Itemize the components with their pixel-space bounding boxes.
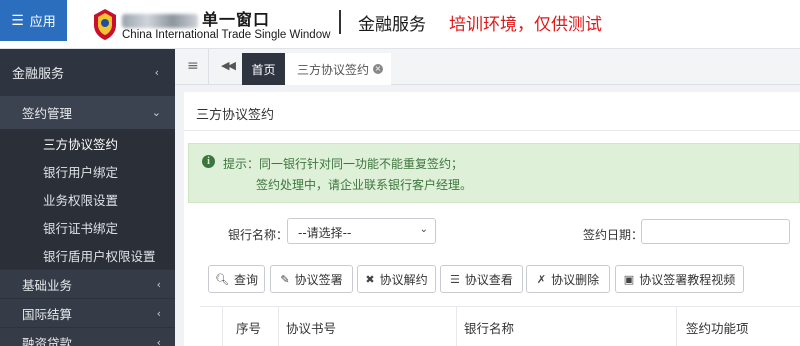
alert-line-1: 提示：同一银行针对同一功能不能重复签约； [223, 157, 464, 171]
tutorial-video-button[interactable]: ▣ 协议签署教程视频 [615, 265, 744, 293]
single-window-logo [94, 9, 116, 40]
table-column-divider [222, 307, 223, 346]
bank-name-label: 银行名称： [228, 228, 289, 242]
close-tab-icon[interactable]: × [373, 64, 384, 74]
table-header-cell: 签约功能项 [686, 321, 749, 336]
app-menu-button[interactable]: ☰ 应用 [0, 0, 67, 41]
brand-title-en: China International Trade Single Window [122, 29, 331, 41]
view-agreement-button[interactable]: ☰ 协议查看 [440, 265, 523, 293]
list-icon: ☰ [450, 272, 460, 286]
hamburger-icon: ☰ [11, 12, 24, 29]
table-column-divider [456, 307, 457, 346]
chevron-down-icon: ⌄ [419, 224, 428, 235]
terminate-agreement-button[interactable]: ✖ 协议解约 [357, 265, 436, 293]
sidebar-subitem[interactable]: 银行用户绑定 [0, 157, 175, 185]
sidebar: 金融服务 ‹ 签约管理 ⌄ 三方协议签约 银行用户绑定 业务权限设置 银行证书绑… [0, 49, 175, 346]
chevron-down-icon: ⌄ [151, 106, 161, 119]
sidebar-subitem[interactable]: 业务权限设置 [0, 185, 175, 213]
chevron-left-icon: ‹ [156, 306, 161, 320]
query-button[interactable]: 🔍︎ 查询 [208, 265, 265, 293]
table-column-divider [676, 307, 677, 346]
sidebar-subitem[interactable]: 银行盾用户权限设置 [0, 241, 175, 269]
sidebar-item[interactable]: 融资贷款 ‹ [0, 327, 175, 346]
scroll-tabs-left-icon[interactable]: ◀◀ [221, 59, 236, 72]
delete-agreement-button[interactable]: ✗ 协议删除 [526, 265, 610, 293]
chevron-left-icon: ‹ [156, 277, 161, 291]
search-icon: 🔍︎ [215, 272, 229, 286]
app-menu-label: 应用 [29, 15, 56, 30]
table-header-cell: 协议书号 [286, 321, 337, 336]
table-column-divider [278, 307, 279, 346]
title-divider [184, 130, 800, 131]
sign-date-input[interactable] [641, 219, 790, 244]
tab-current[interactable]: 三方协议签约 × [285, 53, 392, 85]
toggle-sidebar-icon[interactable]: ≡ [187, 58, 199, 74]
table-header-row: 序号 协议书号 银行名称 签约功能项 [200, 306, 800, 346]
table-header-cell: 银行名称 [464, 321, 515, 336]
notice-alert: i 提示：同一银行针对同一功能不能重复签约； 签约处理中，请企业联系银行客户经理… [188, 143, 800, 203]
sidebar-item-financial-services[interactable]: 金融服务 ‹ [0, 49, 175, 96]
sidebar-subitem[interactable]: 三方协议签约 [0, 129, 175, 157]
environment-notice: 培训环境，仅供测试 [449, 15, 602, 35]
tab-bar: ≡ ◀◀ 首页 三方协议签约 × [175, 49, 800, 85]
bank-name-select[interactable]: --请选择-- ⌄ [287, 218, 436, 244]
sign-agreement-button[interactable]: ✎ 协议签署 [270, 265, 353, 293]
sidebar-subitem[interactable]: 银行证书绑定 [0, 213, 175, 241]
service-title: 金融服务 [358, 15, 426, 35]
top-header: ☰ 应用 单一窗口 China International Trade Sing… [0, 0, 800, 49]
edit-icon: ✎ [280, 272, 290, 286]
table-header-cell: 序号 [236, 321, 262, 336]
header-divider [339, 10, 341, 34]
page-title: 三方协议签约 [196, 108, 275, 123]
film-icon: ▣ [623, 272, 635, 286]
alert-line-2: 签约处理中，请企业联系银行客户经理。 [256, 178, 473, 192]
main-panel: 三方协议签约 i 提示：同一银行针对同一功能不能重复签约； 签约处理中，请企业联… [184, 92, 800, 346]
close-icon: ✖ [365, 272, 375, 286]
chevron-left-icon: ‹ [154, 66, 159, 79]
info-icon: i [202, 155, 215, 168]
tab-home[interactable]: 首页 [242, 53, 285, 85]
blurred-logo-text [122, 13, 198, 28]
sidebar-item[interactable]: 基础业务 ‹ [0, 269, 175, 298]
tab-bar-divider [208, 49, 209, 85]
sidebar-item[interactable]: 国际结算 ‹ [0, 298, 175, 327]
sign-date-label: 签约日期： [583, 228, 644, 242]
chevron-left-icon: ‹ [156, 335, 161, 346]
user-delete-icon: ✗ [536, 272, 547, 286]
sidebar-group-contract-management[interactable]: 签约管理 ⌄ [0, 96, 175, 129]
brand-title-zh: 单一窗口 [122, 6, 270, 30]
